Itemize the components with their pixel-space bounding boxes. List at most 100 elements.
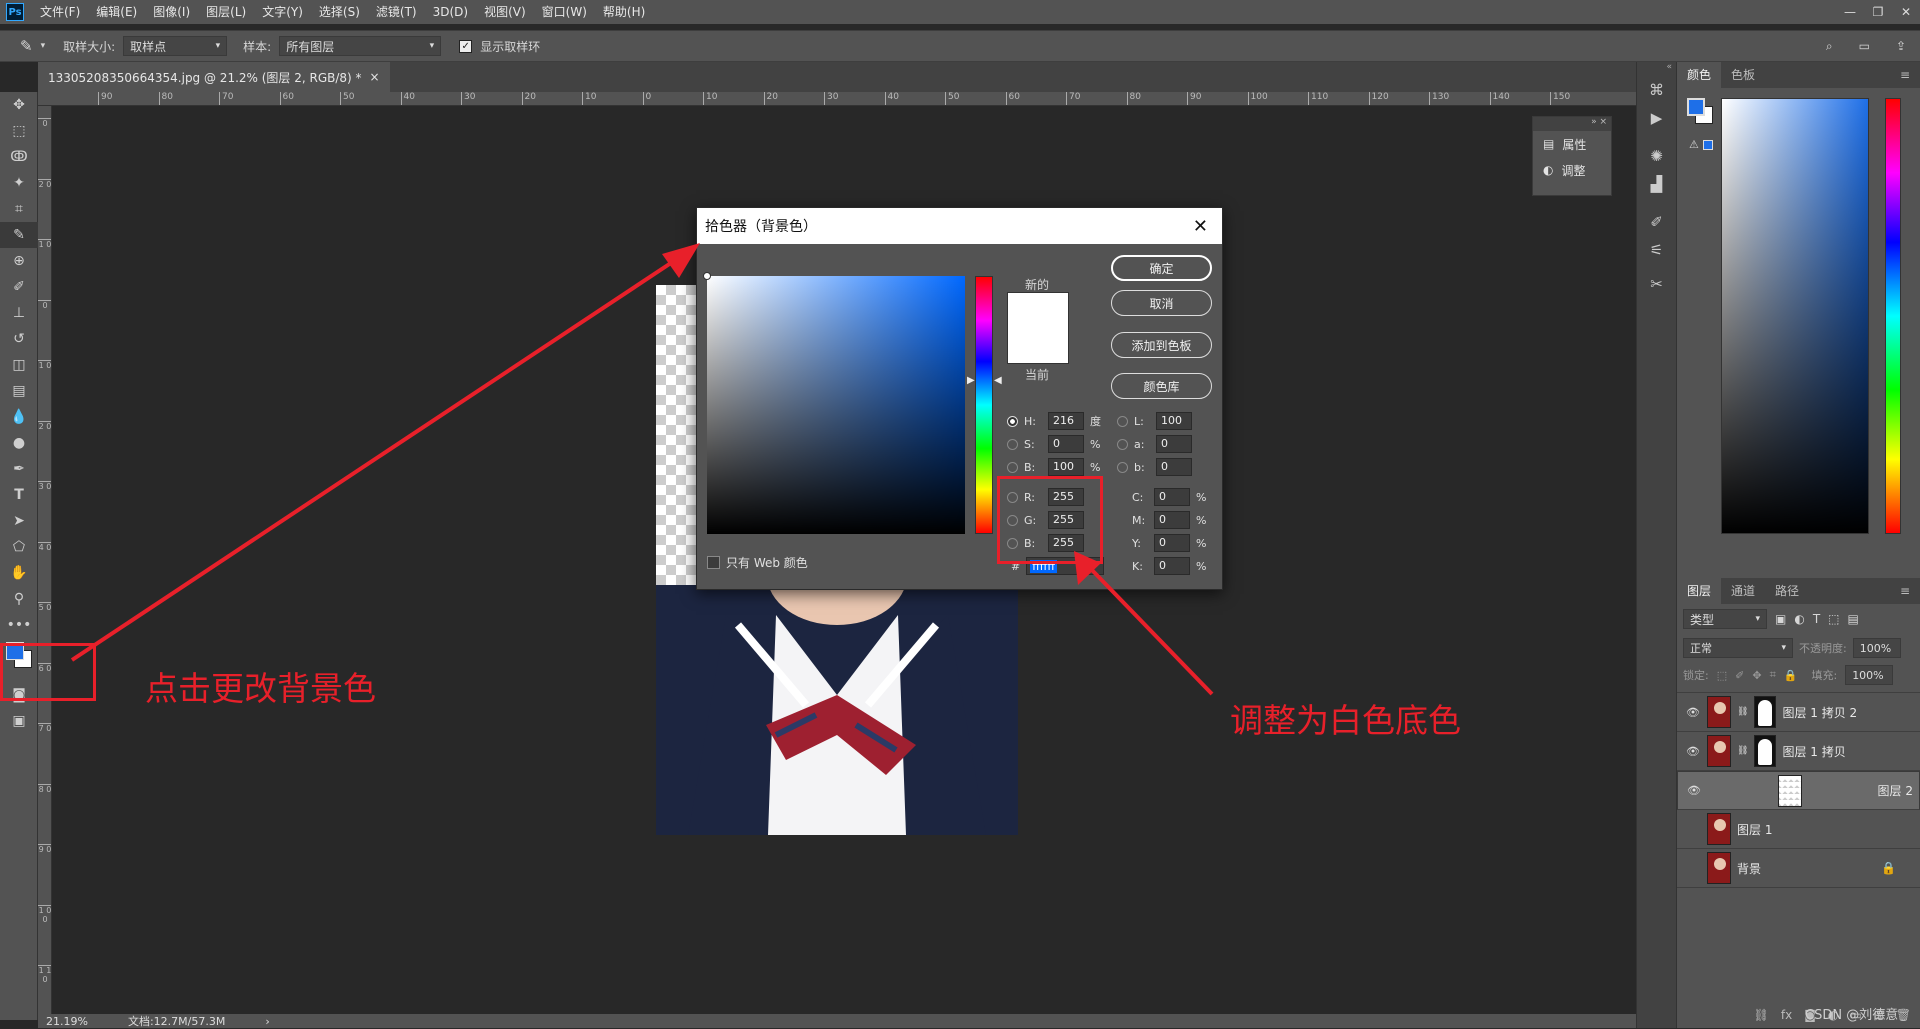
hue-slider[interactable] bbox=[975, 276, 993, 534]
dodge-tool-icon[interactable]: ● bbox=[0, 430, 38, 456]
tab-paths[interactable]: 路径 bbox=[1765, 578, 1809, 604]
menu-item[interactable]: 文字(Y) bbox=[254, 0, 311, 24]
type-tool-icon[interactable]: T bbox=[0, 482, 38, 508]
panel-fg-swatch[interactable] bbox=[1687, 98, 1705, 116]
more-tools-icon[interactable]: ••• bbox=[0, 612, 38, 638]
a-radio[interactable] bbox=[1117, 438, 1128, 450]
share-icon[interactable]: ⇪ bbox=[1896, 39, 1906, 53]
fill-input[interactable]: 100% bbox=[1845, 665, 1894, 685]
adjustments-item[interactable]: ◐ 调整 bbox=[1533, 157, 1611, 183]
crop-tool-icon[interactable]: ⌗ bbox=[0, 196, 38, 222]
l-input[interactable]: 100 bbox=[1156, 412, 1192, 430]
lock-transparent-icon[interactable]: ⬚ bbox=[1717, 669, 1727, 682]
layer-row[interactable]: 👁 ⛓ 图层 1 拷贝 bbox=[1677, 732, 1920, 771]
pen-tool-icon[interactable]: ✒ bbox=[0, 456, 38, 482]
actions-play-icon[interactable]: ▶ bbox=[1637, 104, 1676, 132]
s-radio[interactable] bbox=[1007, 438, 1018, 450]
layer-row[interactable]: 👁 ⛓ 图层 1 拷贝 2 bbox=[1677, 693, 1920, 732]
web-only-checkbox[interactable] bbox=[707, 555, 720, 569]
eyedropper-tool-icon[interactable]: ✎ bbox=[0, 222, 38, 248]
hue-slider[interactable] bbox=[1885, 98, 1901, 534]
close-icon[interactable]: × bbox=[370, 70, 380, 84]
k-input[interactable]: 0 bbox=[1154, 557, 1190, 575]
workspace-icon[interactable]: ▭ bbox=[1859, 39, 1870, 53]
chevron-right-icon[interactable]: › bbox=[265, 1015, 269, 1028]
panel-menu-icon[interactable]: ≡ bbox=[1890, 62, 1920, 88]
brush-presets-icon[interactable]: ⚟ bbox=[1637, 236, 1676, 264]
history-brush-tool-icon[interactable]: ↺ bbox=[0, 326, 38, 352]
close-window-button[interactable]: ✕ bbox=[1892, 0, 1920, 24]
lasso-tool-icon[interactable]: ↂ bbox=[0, 144, 38, 170]
visibility-eye-icon[interactable]: 👁 bbox=[1686, 784, 1702, 797]
layer-row[interactable]: 背景 🔒 bbox=[1677, 849, 1920, 888]
document-tab[interactable]: 13305208350664354.jpg @ 21.2% (图层 2, RGB… bbox=[38, 62, 390, 92]
menu-item[interactable]: 图层(L) bbox=[198, 0, 254, 24]
filter-adjust-icon[interactable]: ◐ bbox=[1794, 612, 1804, 626]
menu-item[interactable]: 3D(D) bbox=[425, 0, 476, 24]
c-input[interactable]: 0 bbox=[1154, 488, 1190, 506]
layer-kind-filter[interactable]: 类型 ▾ bbox=[1683, 609, 1767, 629]
properties-item[interactable]: ▤ 属性 bbox=[1533, 131, 1611, 157]
current-color-swatch[interactable] bbox=[1007, 328, 1069, 364]
history-icon[interactable]: ⌘ bbox=[1637, 76, 1676, 104]
zoom-tool-icon[interactable]: ⚲ bbox=[0, 586, 38, 612]
screen-mode-icon[interactable]: ▣ bbox=[0, 708, 38, 734]
layer-mask-thumbnail[interactable] bbox=[1754, 735, 1777, 767]
s-input[interactable]: 0 bbox=[1048, 435, 1084, 453]
menu-item[interactable]: 文件(F) bbox=[32, 0, 88, 24]
a-input[interactable]: 0 bbox=[1156, 435, 1192, 453]
menu-item[interactable]: 视图(V) bbox=[476, 0, 534, 24]
menu-item[interactable]: 选择(S) bbox=[311, 0, 368, 24]
menu-item[interactable]: 帮助(H) bbox=[595, 0, 653, 24]
cancel-button[interactable]: 取消 bbox=[1111, 290, 1212, 316]
panel-menu-icon[interactable]: ≡ bbox=[1890, 578, 1920, 604]
add-to-swatches-button[interactable]: 添加到色板 bbox=[1111, 332, 1212, 358]
hue-slider-marker-right[interactable]: ◀ bbox=[994, 375, 1002, 386]
web-safe-swatch[interactable] bbox=[1703, 140, 1713, 150]
link-layers-icon[interactable]: ⛓ bbox=[1754, 1008, 1769, 1022]
menu-item[interactable]: 编辑(E) bbox=[88, 0, 145, 24]
filter-shape-icon[interactable]: ⬚ bbox=[1828, 612, 1839, 626]
filter-type-icon[interactable]: T bbox=[1813, 612, 1820, 626]
visibility-eye-icon[interactable]: 👁 bbox=[1685, 745, 1701, 758]
filter-pixel-icon[interactable]: ▣ bbox=[1775, 612, 1786, 626]
y-input[interactable]: 0 bbox=[1154, 534, 1190, 552]
gradient-tool-icon[interactable]: ▤ bbox=[0, 378, 38, 404]
visibility-eye-icon[interactable]: 👁 bbox=[1685, 706, 1701, 719]
chevron-down-icon[interactable]: ▾ bbox=[41, 41, 46, 51]
tab-swatches[interactable]: 色板 bbox=[1721, 62, 1765, 88]
color-libraries-button[interactable]: 颜色库 bbox=[1111, 373, 1212, 399]
color-cursor[interactable] bbox=[703, 272, 711, 280]
marquee-tool-icon[interactable]: ⬚ bbox=[0, 118, 38, 144]
sample-select[interactable]: 所有图层 ▾ bbox=[279, 36, 442, 56]
magic-wand-tool-icon[interactable]: ✦ bbox=[0, 170, 38, 196]
hue-slider-marker-left[interactable]: ▶ bbox=[967, 375, 975, 386]
brush-tool-icon[interactable]: ✐ bbox=[0, 274, 38, 300]
layer-row[interactable]: 图层 1 bbox=[1677, 810, 1920, 849]
h-input[interactable]: 216 bbox=[1048, 412, 1084, 430]
ok-button[interactable]: 确定 bbox=[1111, 255, 1212, 281]
collapse-icon[interactable]: « bbox=[1637, 62, 1676, 76]
shape-tool-icon[interactable]: ⬠ bbox=[0, 534, 38, 560]
lock-all-icon[interactable]: 🔒 bbox=[1784, 669, 1798, 682]
path-select-tool-icon[interactable]: ➤ bbox=[0, 508, 38, 534]
tool-presets-icon[interactable]: ✂ bbox=[1637, 270, 1676, 298]
show-ring-checkbox[interactable]: ✓ bbox=[459, 39, 473, 53]
search-icon[interactable]: ⌕ bbox=[1826, 39, 1833, 54]
sample-size-select[interactable]: 取样点 ▾ bbox=[123, 36, 228, 56]
menu-item[interactable]: 滤镜(T) bbox=[368, 0, 425, 24]
tab-layers[interactable]: 图层 bbox=[1677, 578, 1722, 604]
restore-button[interactable]: ❐ bbox=[1864, 0, 1892, 24]
zoom-level[interactable]: 21.19% bbox=[46, 1015, 88, 1028]
stamp-tool-icon[interactable]: ⊥ bbox=[0, 300, 38, 326]
filter-smart-icon[interactable]: ▤ bbox=[1848, 612, 1859, 626]
layer-row-selected[interactable]: 👁 图层 2 bbox=[1677, 771, 1920, 810]
b-radio[interactable] bbox=[1007, 461, 1018, 473]
hand-tool-icon[interactable]: ✋ bbox=[0, 560, 38, 586]
menu-item[interactable]: 窗口(W) bbox=[534, 0, 595, 24]
color-field[interactable] bbox=[1721, 98, 1869, 534]
saturation-brightness-field[interactable] bbox=[703, 272, 965, 534]
b-lab-radio[interactable] bbox=[1117, 461, 1128, 473]
b-lab-input[interactable]: 0 bbox=[1156, 458, 1192, 476]
close-icon[interactable]: ✕ bbox=[1193, 216, 1208, 237]
